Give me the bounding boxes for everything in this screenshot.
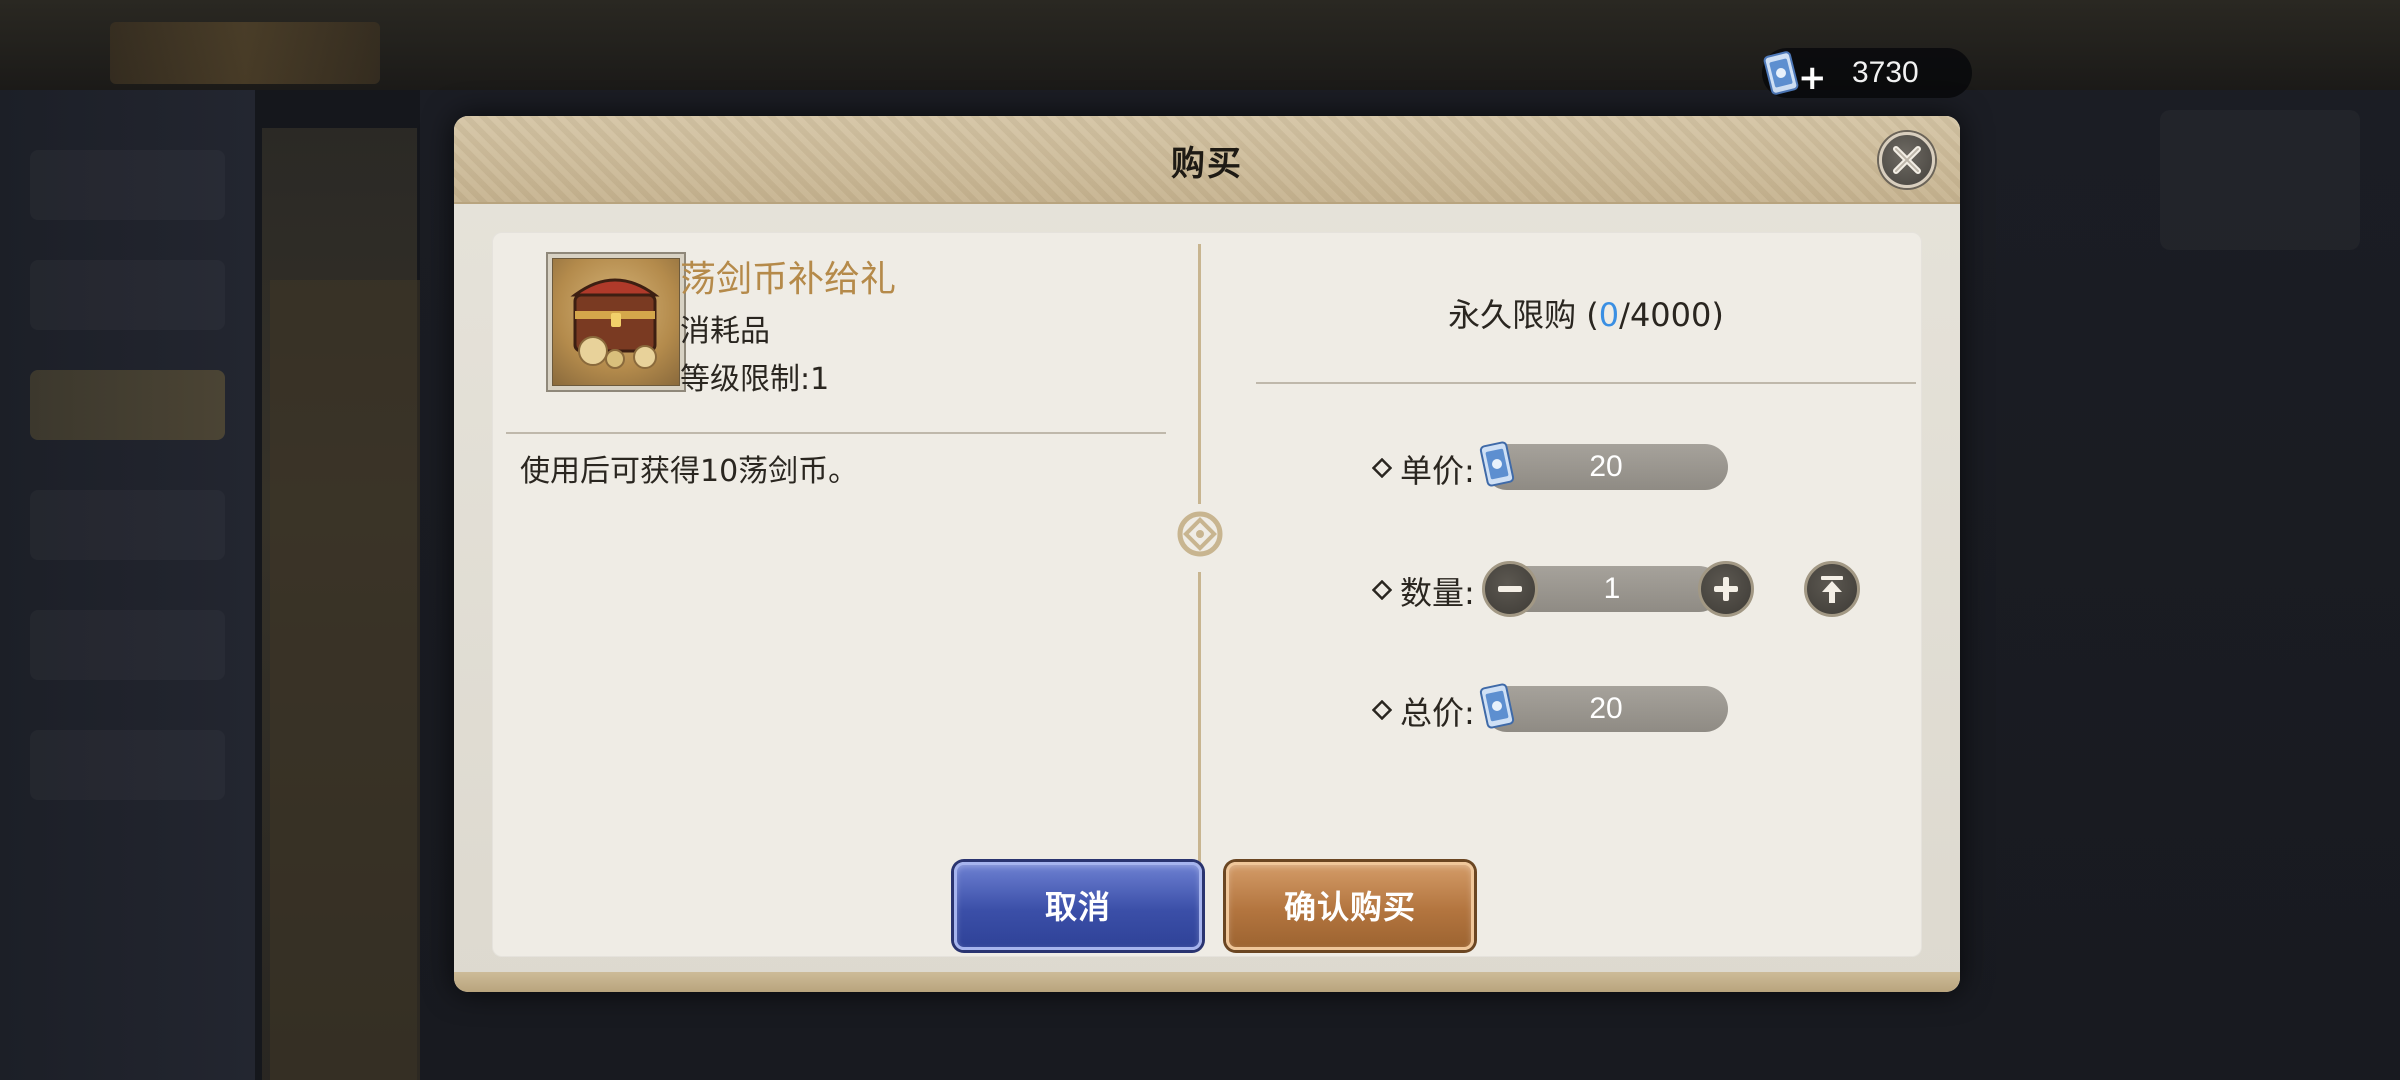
unit-price-field: 20 [1484,444,1728,490]
treasure-chest-icon [552,258,680,386]
diamond-bullet-icon [1372,580,1392,600]
currency-display[interactable]: + 3730 [1762,48,1972,98]
background-sidebar-slot [30,490,225,560]
scroll-ticket-icon [1479,441,1515,487]
divider-line [506,432,1166,434]
diamond-bullet-icon [1372,458,1392,478]
dialog-title: 购买 [1171,144,1243,184]
total-price-label: 总价: [1400,694,1475,732]
increase-quantity-button[interactable] [1698,561,1754,617]
background-sidebar-slot [30,150,225,220]
background-sidebar [0,90,255,1080]
background-sidebar-slot [30,260,225,330]
background-right-panel [2160,110,2360,250]
background-sidebar-slot [30,610,225,680]
vertical-divider [1198,244,1201,504]
max-quantity-button[interactable] [1804,561,1860,617]
background-list-strip [270,280,420,1080]
item-description: 使用后可获得10荡剑币。 [520,454,859,489]
currency-amount: 3730 [1852,56,1919,89]
unit-price-label: 单价: [1400,452,1475,490]
purchase-limit-max: 4000 [1629,296,1712,334]
background-sidebar-slot [30,370,225,440]
background-top-bar [0,0,2400,90]
divider-line [1256,382,1916,384]
purchase-limit-current: 0 [1598,296,1620,334]
minus-icon [1498,586,1522,592]
dialog-footer-band [454,972,1960,992]
unit-price-value: 20 [1589,450,1623,483]
confirm-purchase-button[interactable]: 确认购买 [1226,862,1474,950]
background-tab [110,22,380,84]
background-sidebar-slot [30,730,225,800]
purchase-limit-close: ) [1711,296,1724,334]
purchase-limit-separator: / [1619,296,1630,334]
item-name: 荡剑币补给礼 [680,259,897,300]
plus-icon[interactable]: + [1798,58,1827,98]
diamond-bullet-icon [1372,700,1392,720]
ornament-icon [1177,511,1223,557]
cancel-button[interactable]: 取消 [954,862,1202,950]
plus-icon [1714,577,1738,601]
scroll-ticket-icon [1479,683,1515,729]
decrease-quantity-button[interactable] [1482,561,1538,617]
item-icon-frame [546,252,686,392]
total-price-field: 20 [1484,686,1728,732]
purchase-limit-label: 永久限购 ( [1448,296,1599,334]
dialog-content-panel: 荡剑币补给礼 消耗品 等级限制:1 使用后可获得10荡剑币。 永久限购 (0/4… [492,232,1922,957]
item-type: 消耗品 [680,314,770,349]
item-level-limit: 等级限制:1 [680,362,830,397]
quantity-label: 数量: [1400,574,1475,612]
close-icon [1893,146,1921,174]
purchase-limit: 永久限购 (0/4000) [1256,290,1916,336]
purchase-dialog: 购买 荡剑币补给礼 消耗品 等级限制:1 使用后可获得10荡剑币。 永久限购 (… [454,116,1960,992]
total-price-value: 20 [1589,692,1623,725]
max-arrow-icon [1821,576,1843,603]
close-button[interactable] [1879,132,1935,188]
